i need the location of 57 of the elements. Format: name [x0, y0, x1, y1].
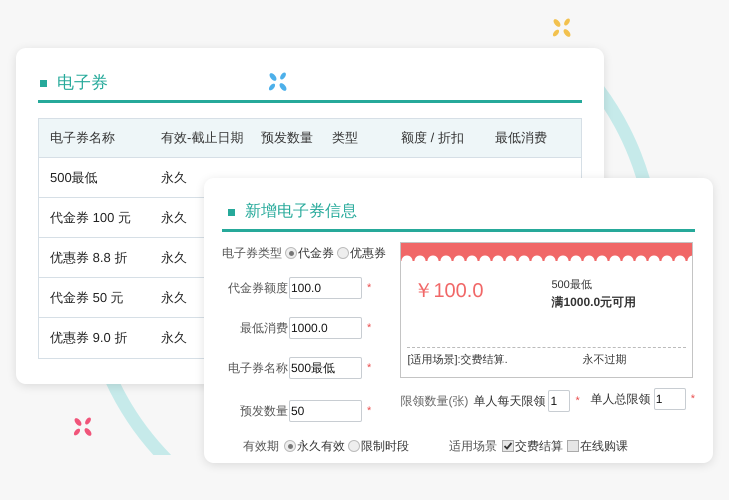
- field-label: 单人总限领: [590, 391, 651, 408]
- sparkle-icon: [551, 17, 573, 39]
- table-cell-text: 永久: [161, 208, 187, 227]
- column-header: 有效-截止日期: [161, 129, 244, 148]
- checkbox-option[interactable]: 在线购课: [567, 437, 628, 455]
- field-label: 单人每天限领: [473, 393, 546, 410]
- input-field[interactable]: 500最低: [289, 357, 362, 379]
- coupon-scene: [适用场景]:交费结算.: [407, 352, 509, 368]
- radio-option[interactable]: 永久有效: [284, 437, 345, 455]
- table-cell-text: 永久: [161, 168, 187, 187]
- input-field[interactable]: 50: [289, 400, 362, 422]
- field-label: 有效期: [243, 438, 279, 455]
- coupon-condition: 满1000.0元可用: [551, 294, 636, 311]
- required-mark: *: [367, 360, 372, 376]
- coupon-amount: ￥100.0: [413, 279, 484, 304]
- required-mark: *: [690, 392, 695, 407]
- table-cell-text: 500最低: [50, 168, 98, 187]
- input-field[interactable]: 1: [548, 390, 570, 412]
- input-field[interactable]: 100.0: [289, 277, 362, 299]
- title-marker-icon: [228, 208, 235, 216]
- required-mark: *: [575, 394, 580, 409]
- column-header: 额度 / 折扣: [401, 129, 465, 148]
- card-title: 电子券: [57, 72, 108, 94]
- card-title: 新增电子券信息: [245, 202, 357, 222]
- field-label: 最低消费: [239, 320, 288, 337]
- table-cell-text: 优惠券 9.0 折: [50, 329, 128, 348]
- table-cell-text: 永久: [161, 248, 187, 267]
- coupon-name: 500最低: [551, 278, 593, 293]
- limit-label: 限领数量(张): [400, 393, 468, 410]
- radio-option[interactable]: 限制时段: [348, 437, 409, 455]
- field-label: 代金券额度: [227, 280, 288, 297]
- column-header: 电子券名称: [50, 129, 116, 148]
- field-label: 电子券类型: [222, 245, 282, 262]
- field-label: 适用场景: [449, 438, 497, 455]
- column-header: 类型: [332, 129, 359, 148]
- title-marker-icon: [40, 80, 47, 86]
- coupon-expiry: 永不过期: [582, 352, 626, 368]
- required-mark: *: [367, 404, 372, 419]
- field-label: 预发数量: [239, 403, 288, 420]
- table-cell-text: 代金券 50 元: [50, 288, 124, 307]
- column-header: 最低消费: [495, 129, 548, 148]
- radio-option[interactable]: 优惠券: [337, 244, 386, 262]
- checkmark-icon: [503, 441, 513, 451]
- sparkle-icon: [267, 71, 289, 93]
- checkbox-option[interactable]: 交费结算: [502, 437, 563, 455]
- required-mark: *: [367, 280, 372, 296]
- table-cell-text: 优惠券 8.8 折: [50, 248, 128, 267]
- radio-option[interactable]: 代金券: [285, 244, 334, 262]
- field-label: 电子券名称: [227, 360, 288, 377]
- table-cell-text: 永久: [161, 329, 187, 348]
- sparkle-icon: [72, 416, 94, 438]
- table-cell-text: 永久: [161, 288, 187, 307]
- input-field[interactable]: 1000.0: [289, 317, 362, 339]
- table-cell-text: 代金券 100 元: [50, 208, 131, 227]
- column-header: 预发数量: [261, 129, 314, 148]
- input-field[interactable]: 1: [654, 388, 686, 410]
- required-mark: *: [367, 320, 372, 336]
